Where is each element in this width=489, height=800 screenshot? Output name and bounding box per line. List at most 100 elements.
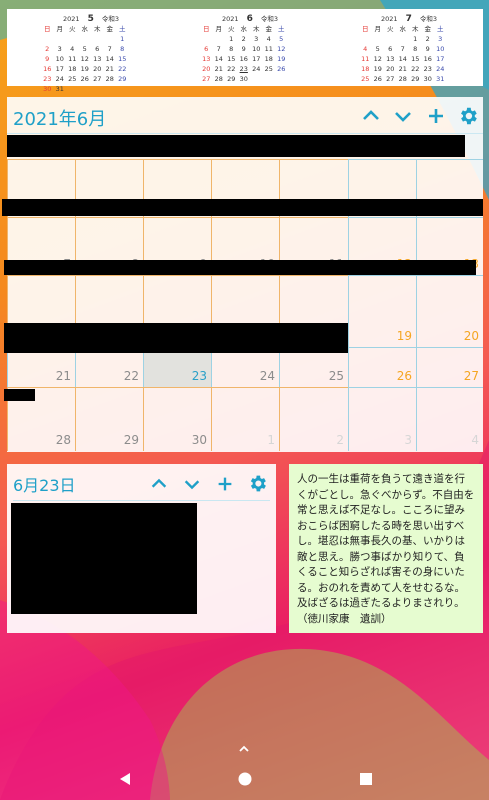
mini-day[interactable]: 2 (238, 35, 251, 44)
mini-day[interactable]: 7 (397, 45, 410, 54)
mini-day[interactable]: 30 (238, 75, 251, 84)
mini-day[interactable]: 27 (200, 75, 213, 84)
mini-day[interactable]: 15 (409, 55, 422, 64)
mini-day[interactable]: 21 (213, 65, 226, 74)
mini-day[interactable]: 26 (372, 75, 385, 84)
mini-day[interactable]: 22 (409, 65, 422, 74)
mini-day[interactable]: 20 (384, 65, 397, 74)
mini-day[interactable]: 30 (41, 85, 54, 94)
mini-day[interactable]: 9 (422, 45, 435, 54)
chevron-down-icon[interactable] (182, 474, 202, 494)
mini-calendar-june[interactable]: 2021 6 令和3 日月火水木金土 1 2 3 4 5 6 7 8 9 10 11 12 13 14 15 1… (200, 14, 300, 84)
mini-day[interactable]: 10 (434, 45, 447, 54)
mini-day[interactable] (397, 35, 410, 44)
mini-day[interactable]: 3 (250, 35, 263, 44)
mini-day[interactable]: 2 (422, 35, 435, 44)
mini-day[interactable]: 1 (409, 35, 422, 44)
calendar-day-cell[interactable]: 24 (211, 347, 279, 387)
calendar-day-cell[interactable]: 2 (279, 387, 348, 451)
mini-day[interactable]: 14 (104, 55, 117, 64)
mini-day[interactable]: 4 (66, 45, 79, 54)
mini-day[interactable]: 24 (54, 75, 67, 84)
mini-day[interactable]: 21 (397, 65, 410, 74)
mini-day[interactable]: 28 (104, 75, 117, 84)
mini-day[interactable]: 23 (238, 65, 251, 74)
mini-day[interactable]: 26 (275, 65, 288, 74)
mini-day[interactable]: 2 (41, 45, 54, 54)
mini-day[interactable]: 30 (422, 75, 435, 84)
recents-icon[interactable] (357, 770, 375, 788)
mini-day[interactable]: 31 (434, 75, 447, 84)
mini-day[interactable] (91, 35, 104, 44)
gear-icon[interactable] (457, 105, 479, 127)
mini-day[interactable] (104, 35, 117, 44)
mini-day[interactable]: 18 (263, 55, 276, 64)
mini-day[interactable]: 6 (200, 45, 213, 54)
mini-day[interactable]: 19 (79, 65, 92, 74)
mini-day[interactable]: 1 (116, 35, 129, 44)
mini-day[interactable]: 17 (250, 55, 263, 64)
calendar-day-cell[interactable]: 23 (143, 347, 211, 387)
mini-day[interactable]: 20 (200, 65, 213, 74)
quote-widget[interactable]: 人の一生は重荷を負うて遠き道を行くがごとし。急ぐべからず。不自由を常と思えば不足… (289, 464, 483, 633)
mini-day[interactable]: 5 (372, 45, 385, 54)
mini-day[interactable]: 8 (409, 45, 422, 54)
mini-day[interactable]: 12 (275, 45, 288, 54)
mini-day[interactable]: 7 (213, 45, 226, 54)
mini-day[interactable]: 11 (66, 55, 79, 64)
mini-day[interactable]: 10 (250, 45, 263, 54)
day-title[interactable]: 6月23日 (13, 472, 76, 496)
calendar-day-cell[interactable]: 1 (211, 387, 279, 451)
mini-day[interactable]: 20 (91, 65, 104, 74)
calendar-day-cell[interactable]: 30 (143, 387, 211, 451)
mini-day[interactable]: 14 (213, 55, 226, 64)
mini-day[interactable]: 5 (275, 35, 288, 44)
mini-day[interactable]: 12 (372, 55, 385, 64)
month-title[interactable]: 2021年6月 (13, 105, 106, 131)
calendar-day-cell[interactable]: 25 (279, 347, 348, 387)
nav-handle-icon[interactable] (237, 744, 251, 754)
mini-day[interactable]: 3 (54, 45, 67, 54)
mini-day[interactable]: 19 (372, 65, 385, 74)
calendar-day-cell[interactable]: 3 (348, 387, 416, 451)
mini-day[interactable]: 16 (41, 65, 54, 74)
calendar-day-cell[interactable]: 26 (348, 347, 416, 387)
calendar-day-cell[interactable]: 19 (348, 275, 416, 347)
calendar-day-cell[interactable]: 22 (75, 347, 143, 387)
mini-day[interactable]: 22 (225, 65, 238, 74)
mini-day[interactable] (41, 35, 54, 44)
chevron-down-icon[interactable] (392, 105, 414, 127)
mini-day[interactable]: 27 (91, 75, 104, 84)
mini-day[interactable]: 21 (104, 65, 117, 74)
mini-day[interactable] (66, 35, 79, 44)
plus-icon[interactable] (215, 474, 235, 494)
mini-day[interactable]: 24 (434, 65, 447, 74)
mini-day[interactable]: 3 (434, 35, 447, 44)
mini-day[interactable] (54, 35, 67, 44)
mini-day[interactable]: 28 (397, 75, 410, 84)
mini-calendar-widget[interactable]: 2021 5 令和3 日月火水木金土 1 2 3 4 5 6 7 8 9 10 11 12 13 14 15 1… (7, 9, 483, 93)
mini-day[interactable]: 7 (104, 45, 117, 54)
mini-day[interactable]: 9 (41, 55, 54, 64)
mini-day[interactable]: 29 (116, 75, 129, 84)
mini-day[interactable]: 27 (384, 75, 397, 84)
mini-day[interactable]: 11 (263, 45, 276, 54)
mini-day[interactable]: 17 (434, 55, 447, 64)
day-widget[interactable]: 6月23日 (7, 464, 276, 633)
mini-day[interactable]: 4 (263, 35, 276, 44)
mini-day[interactable]: 25 (359, 75, 372, 84)
mini-day[interactable] (79, 35, 92, 44)
mini-calendar-may[interactable]: 2021 5 令和3 日月火水木金土 1 2 3 4 5 6 7 8 9 10 11 12 13 14 15 1… (41, 14, 141, 94)
mini-day[interactable]: 28 (213, 75, 226, 84)
mini-day[interactable]: 22 (116, 65, 129, 74)
home-icon[interactable] (236, 770, 254, 788)
mini-day[interactable] (384, 35, 397, 44)
mini-day[interactable] (372, 35, 385, 44)
mini-day[interactable]: 13 (200, 55, 213, 64)
mini-day[interactable]: 15 (116, 55, 129, 64)
mini-day[interactable]: 24 (250, 65, 263, 74)
mini-day[interactable]: 29 (225, 75, 238, 84)
gear-icon[interactable] (247, 473, 268, 494)
mini-day[interactable]: 12 (79, 55, 92, 64)
calendar-day-cell[interactable]: 27 (416, 347, 483, 387)
